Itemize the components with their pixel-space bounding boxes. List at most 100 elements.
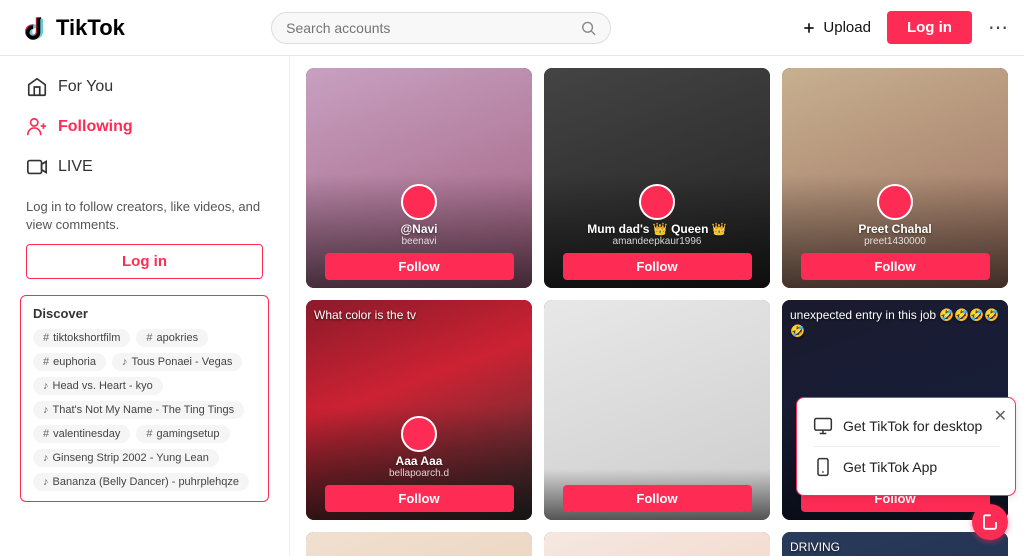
hashtag-icon: # (43, 332, 49, 344)
live-icon (26, 156, 48, 178)
popup-app-item[interactable]: Get TikTok App (813, 451, 999, 483)
main-layout: For You Following LIVE Log in to follow … (0, 56, 1024, 556)
search-bar[interactable] (271, 12, 611, 44)
header-actions: Upload Log in ⋯ (801, 11, 1008, 44)
monitor-icon (813, 416, 833, 436)
follow-button[interactable]: Follow (801, 253, 990, 280)
sidebar-item-following[interactable]: Following (16, 108, 273, 146)
video-label: What color is the tv (314, 308, 524, 324)
upload-button[interactable]: Upload (801, 19, 871, 36)
popup-divider (813, 446, 999, 447)
video-card[interactable]: Follow (544, 300, 770, 520)
music-icon: ♪ (43, 404, 49, 416)
sidebar: For You Following LIVE Log in to follow … (0, 56, 290, 556)
tag-label: Head vs. Heart - kyo (53, 380, 153, 392)
discover-section: Discover #tiktokshortfilm#apokries#eupho… (20, 295, 269, 502)
discover-tag[interactable]: ♪ Ginseng Strip 2002 - Yung Lean (33, 449, 219, 467)
discover-tag[interactable]: ♪ Head vs. Heart - kyo (33, 377, 163, 395)
video-thumbnail: DRIVINGFollow (782, 532, 1008, 556)
video-card[interactable]: Follow (544, 532, 770, 556)
tag-label: Bananza (Belly Dancer) - puhrplehqze (53, 476, 240, 488)
discover-tag[interactable]: ♪Tous Ponaei - Vegas (112, 353, 242, 371)
video-card[interactable]: Mum dad's 👑 Queen 👑amandeepkaur1996 Follo… (544, 68, 770, 288)
popup-desktop-item[interactable]: Get TikTok for desktop (813, 410, 999, 442)
video-thumbnail: Mum dad's 👑 Queen 👑amandeepkaur1996 Follo… (544, 68, 770, 288)
discover-tag[interactable]: #valentinesday (33, 425, 130, 443)
video-card[interactable]: DRIVINGFollow (782, 532, 1008, 556)
video-avatar (877, 184, 913, 220)
tiktok-logo-icon (16, 10, 52, 46)
video-username: Mum dad's 👑 Queen 👑 (552, 222, 762, 236)
music-icon: ♪ (43, 452, 49, 464)
more-options-button[interactable]: ⋯ (988, 15, 1008, 40)
video-thumbnail: Follow (544, 300, 770, 520)
video-overlay: @Navibeenavi Follow (306, 174, 532, 288)
discover-tag[interactable]: # gamingsetup (136, 425, 229, 443)
tag-label: That's Not My Name - The Ting Tings (53, 404, 235, 416)
discover-tag[interactable]: # tiktokshortfilm (33, 329, 130, 347)
tag-label: euphoria (53, 356, 96, 368)
mobile-icon (813, 457, 833, 477)
video-username: @Navi (314, 222, 524, 236)
video-thumbnail: Follow (544, 532, 770, 556)
video-overlay: Preet Chahalpreet1430000 Follow (782, 174, 1008, 288)
music-icon: ♪ (43, 476, 49, 488)
tag-label: tiktokshortfilm (53, 332, 120, 344)
follow-button[interactable]: Follow (325, 485, 514, 512)
video-card[interactable]: Follow (306, 532, 532, 556)
sidebar-following-label: Following (58, 118, 133, 136)
tag-label: apokries (157, 332, 199, 344)
tag-label: valentinesday (53, 428, 120, 440)
plus-icon (801, 20, 817, 36)
video-thumbnail: @Navibeenavi Follow (306, 68, 532, 288)
logo-area: TikTok (16, 10, 176, 46)
tag-label: Tous Ponaei - Vegas (131, 356, 232, 368)
search-icon (580, 19, 597, 37)
discover-tag[interactable]: #euphoria (33, 353, 106, 371)
discover-tags: #tiktokshortfilm#apokries#euphoria♪Tous … (33, 329, 256, 491)
follow-button[interactable]: Follow (563, 485, 752, 512)
tag-label: Ginseng Strip 2002 - Yung Lean (53, 452, 209, 464)
follow-button[interactable]: Follow (563, 253, 752, 280)
video-card[interactable]: What color is the tv Aaa Aaabellapoarch.d… (306, 300, 532, 520)
header: TikTok Upload Log in ⋯ (0, 0, 1024, 56)
video-username: Aaa Aaa (314, 454, 524, 468)
home-icon (26, 76, 48, 98)
music-icon: ♪ (43, 380, 49, 392)
popup-close-button[interactable]: ✕ (994, 406, 1007, 426)
sidebar-for-you-label: For You (58, 78, 113, 96)
video-card[interactable]: @Navibeenavi Follow (306, 68, 532, 288)
video-avatar (401, 416, 437, 452)
video-handle: beenavi (314, 236, 524, 247)
desktop-popup: ✕ Get TikTok for desktop Get TikTok App (796, 397, 1016, 496)
video-thumbnail: What color is the tv Aaa Aaabellapoarch.d… (306, 300, 532, 520)
search-input[interactable] (286, 20, 571, 36)
video-avatar (401, 184, 437, 220)
discover-tag[interactable]: #apokries (136, 329, 208, 347)
fab-button[interactable] (972, 504, 1008, 540)
discover-title: Discover (33, 306, 256, 321)
video-handle: amandeepkaur1996 (552, 236, 762, 247)
music-icon: ♪ (122, 356, 128, 368)
discover-tag[interactable]: ♪ That's Not My Name - The Ting Tings (33, 401, 244, 419)
sidebar-login-button[interactable]: Log in (26, 244, 263, 279)
login-prompt-text: Log in to follow creators, like videos, … (26, 198, 263, 234)
header-login-button[interactable]: Log in (887, 11, 972, 44)
fab-icon (981, 513, 999, 531)
video-avatar (639, 184, 675, 220)
video-card[interactable]: Preet Chahalpreet1430000 Follow (782, 68, 1008, 288)
video-handle: bellapoarch.d (314, 468, 524, 479)
sidebar-nav: For You Following LIVE (16, 68, 273, 186)
logo-text: TikTok (56, 15, 125, 41)
hashtag-icon: # (146, 428, 152, 440)
video-username: Preet Chahal (790, 222, 1000, 236)
sidebar-live-label: LIVE (58, 158, 93, 176)
follow-button[interactable]: Follow (325, 253, 514, 280)
sidebar-item-live[interactable]: LIVE (16, 148, 273, 186)
tag-label: gamingsetup (157, 428, 220, 440)
video-overlay: Follow (544, 469, 770, 520)
video-handle: preet1430000 (790, 236, 1000, 247)
sidebar-item-for-you[interactable]: For You (16, 68, 273, 106)
discover-tag[interactable]: ♪ Bananza (Belly Dancer) - puhrplehqze (33, 473, 249, 491)
popup-desktop-label: Get TikTok for desktop (843, 418, 982, 434)
